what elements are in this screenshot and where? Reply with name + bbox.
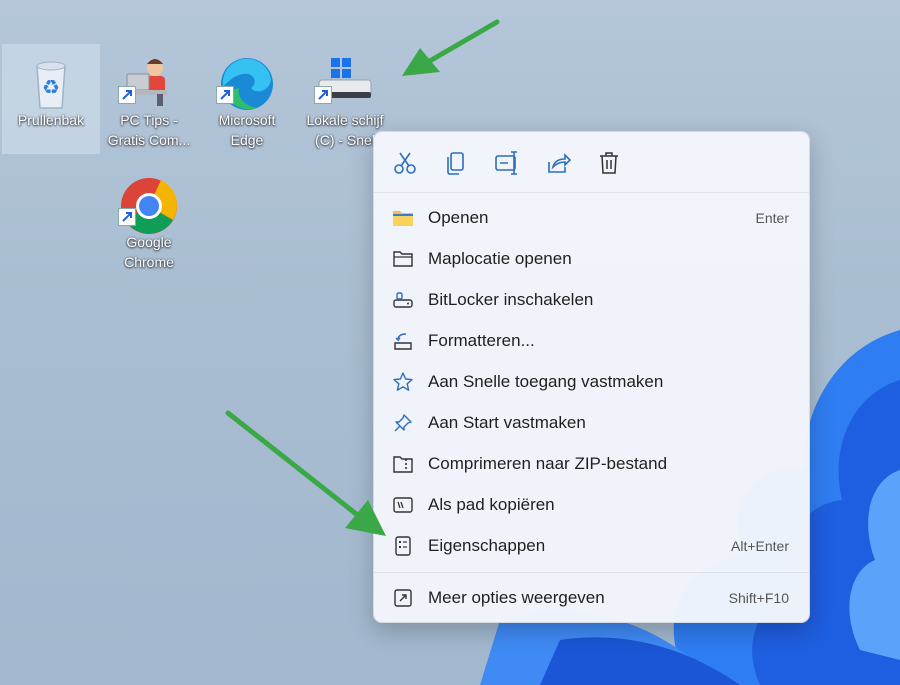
copy-icon	[447, 152, 464, 175]
menu-item-start-vastmaken[interactable]: Aan Start vastmaken	[374, 403, 809, 444]
share-icon	[548, 153, 572, 173]
menu-item-eigenschappen[interactable]: Eigenschappen Alt+Enter	[374, 526, 809, 567]
menu-item-label: Aan Start vastmaken	[428, 413, 586, 432]
cut-icon	[394, 152, 416, 174]
context-menu: Openen Enter Maplocatie openen BitLocker…	[373, 131, 810, 623]
desktop-icon-chrome[interactable]: Google Chrome	[100, 166, 198, 276]
recycle-bin-icon: ♻	[36, 61, 66, 109]
rename-button[interactable]	[492, 148, 522, 178]
menu-item-shortcut: Alt+Enter	[731, 538, 789, 554]
zip-icon	[393, 456, 413, 473]
drive-icon	[318, 58, 372, 98]
chrome-icon	[121, 178, 178, 234]
copy-path-icon	[393, 497, 413, 513]
context-toolbar	[374, 132, 809, 192]
cut-button[interactable]	[390, 148, 420, 178]
menu-item-snelle-toegang[interactable]: Aan Snelle toegang vastmaken	[374, 362, 809, 403]
pc-tips-icon	[123, 59, 167, 106]
svg-text:♻: ♻	[42, 75, 60, 99]
menu-item-label: BitLocker inschakelen	[428, 290, 594, 309]
menu-item-formatteren[interactable]: Formatteren...	[374, 321, 809, 362]
menu-item-label: Als pad kopiëren	[428, 495, 555, 514]
edge-icon	[221, 58, 273, 110]
share-button[interactable]	[543, 148, 573, 178]
desktop-icon-edge[interactable]: Microsoft Edge	[198, 44, 296, 154]
menu-item-label: Aan Snelle toegang vastmaken	[428, 372, 664, 391]
menu-item-meer-opties[interactable]: Meer opties weergeven Shift+F10	[374, 578, 809, 619]
bitlocker-key-icon	[393, 292, 413, 308]
shortcut-arrow-icon	[314, 86, 332, 104]
shortcut-arrow-icon	[216, 86, 234, 104]
icon-label: PC Tips - Gratis Com...	[107, 112, 191, 148]
menu-item-openen[interactable]: Openen Enter	[374, 198, 809, 239]
rename-icon	[495, 151, 517, 175]
icon-label: Google Chrome	[124, 234, 174, 270]
icon-label: Prullenbak	[17, 112, 85, 128]
menu-item-label: Meer opties weergeven	[428, 588, 605, 607]
folder-outline-icon	[393, 251, 413, 267]
menu-item-label: Comprimeren naar ZIP-bestand	[428, 454, 668, 473]
menu-item-shortcut: Shift+F10	[728, 590, 789, 606]
menu-item-label: Openen	[428, 208, 489, 227]
more-options-icon	[394, 589, 412, 607]
desktop-icon-pc-tips[interactable]: PC Tips - Gratis Com...	[100, 44, 198, 154]
copy-button[interactable]	[441, 148, 471, 178]
menu-separator	[374, 572, 809, 573]
delete-icon	[600, 152, 618, 174]
menu-item-maplocatie[interactable]: Maplocatie openen	[374, 239, 809, 280]
folder-icon	[393, 211, 413, 226]
menu-item-label: Eigenschappen	[428, 536, 546, 555]
menu-separator	[374, 192, 809, 193]
menu-item-label: Maplocatie openen	[428, 249, 572, 268]
star-icon	[393, 372, 413, 391]
desktop-icon-recycle-bin[interactable]: ♻ Prullenbak	[2, 44, 100, 154]
shortcut-arrow-icon	[118, 86, 136, 104]
icon-label: Microsoft Edge	[218, 112, 276, 148]
pin-icon	[394, 414, 412, 432]
menu-item-label: Formatteren...	[428, 331, 535, 350]
menu-item-zip[interactable]: Comprimeren naar ZIP-bestand	[374, 444, 809, 485]
delete-button[interactable]	[594, 148, 624, 178]
format-icon	[394, 333, 412, 350]
menu-item-shortcut: Enter	[755, 210, 789, 226]
desktop: ♻ Prullenbak PC Tips - Gratis Com... Mic…	[0, 0, 900, 685]
shortcut-arrow-icon	[118, 208, 136, 226]
properties-icon	[395, 536, 411, 556]
menu-item-bitlocker[interactable]: BitLocker inschakelen	[374, 280, 809, 321]
menu-item-pad-kopieren[interactable]: Als pad kopiëren	[374, 485, 809, 526]
